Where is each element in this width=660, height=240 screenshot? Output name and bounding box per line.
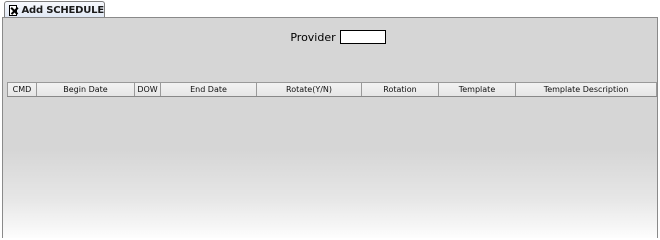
schedule-panel: Provider CMD Begin Date DOW End Date Rot… <box>2 17 658 238</box>
column-header-rotation[interactable]: Rotation <box>362 83 439 96</box>
close-icon[interactable] <box>9 4 18 16</box>
provider-input[interactable] <box>339 30 386 44</box>
table-header: CMD Begin Date DOW End Date Rotate(Y/N) … <box>7 82 657 97</box>
column-header-end-date[interactable]: End Date <box>161 83 257 96</box>
column-header-rotate[interactable]: Rotate(Y/N) <box>257 83 362 96</box>
provider-row: Provider <box>3 30 657 44</box>
app-window: Add SCHEDULE Provider CMD Begin Date DOW… <box>0 0 660 238</box>
provider-label: Provider <box>290 30 336 44</box>
column-header-begin-date[interactable]: Begin Date <box>37 83 135 96</box>
column-header-template-description[interactable]: Template Description <box>516 83 657 96</box>
column-header-cmd[interactable]: CMD <box>7 83 37 96</box>
tab-add-schedule[interactable]: Add SCHEDULE <box>4 1 105 18</box>
tab-label: Add SCHEDULE <box>21 4 104 16</box>
column-header-dow[interactable]: DOW <box>135 83 161 96</box>
column-header-template[interactable]: Template <box>439 83 516 96</box>
